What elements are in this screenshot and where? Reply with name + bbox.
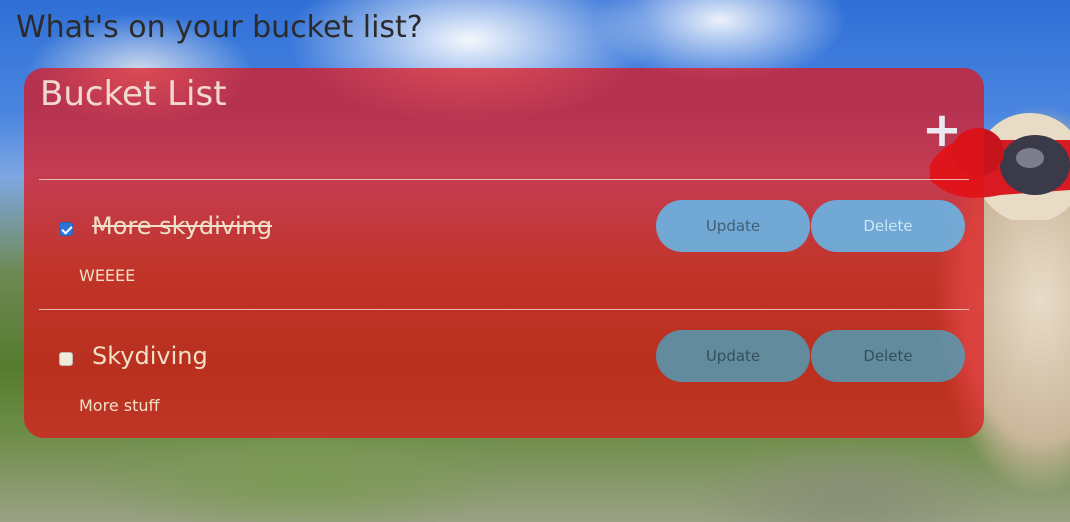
item-title: Skydiving [92,342,208,370]
add-item-button[interactable]: + [920,106,964,154]
item-checkbox[interactable] [59,352,73,366]
delete-button[interactable]: Delete [811,330,965,382]
card-title: Bucket List [40,74,227,114]
plus-icon: + [921,102,963,158]
update-button[interactable]: Update [656,200,810,252]
delete-button[interactable]: Delete [811,200,965,252]
list-item: Skydiving More stuff Update Delete [24,310,984,430]
item-description: WEEEE [79,266,136,285]
list-item: More skydiving WEEEE Update Delete [24,180,984,300]
page-heading: What's on your bucket list? [16,10,423,45]
item-description: More stuff [79,396,160,415]
update-button[interactable]: Update [656,330,810,382]
item-title: More skydiving [92,212,273,240]
item-checkbox[interactable] [59,222,73,236]
bucket-list-card: Bucket List + More skydiving WEEEE Updat… [24,68,984,438]
